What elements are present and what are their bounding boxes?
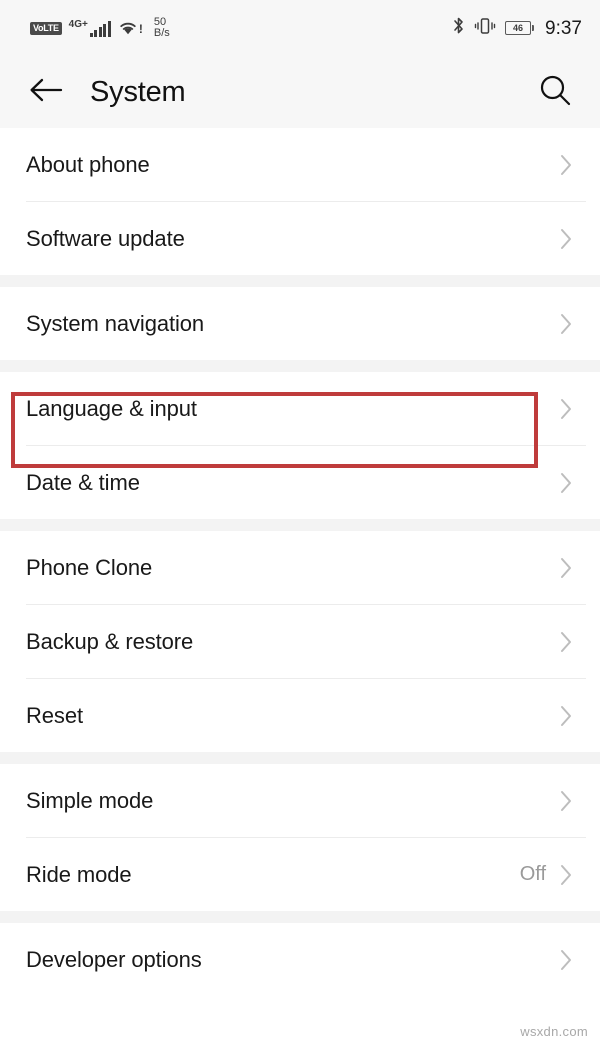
list-item-label: About phone xyxy=(26,151,150,177)
status-bar-left: VoLTE 4G+ ! 50 B/s xyxy=(30,17,170,39)
settings-group: About phone Software update xyxy=(0,128,600,275)
list-item-language-and-input[interactable]: Language & input xyxy=(0,372,600,445)
list-item-label: Reset xyxy=(26,702,83,728)
chevron-right-icon xyxy=(556,153,576,177)
settings-group: Phone Clone Backup & restore Reset xyxy=(0,531,600,752)
list-item-value: Off xyxy=(519,863,546,885)
list-item-developer-options[interactable]: Developer options xyxy=(0,923,600,996)
settings-group: Developer options xyxy=(0,923,600,996)
group-separator xyxy=(0,275,600,287)
chevron-right-icon xyxy=(556,397,576,421)
chevron-right-icon xyxy=(556,471,576,495)
list-item-system-navigation[interactable]: System navigation xyxy=(0,287,600,360)
page-title: System xyxy=(90,75,186,108)
wifi-icon: ! xyxy=(118,20,143,36)
list-item-backup-and-restore[interactable]: Backup & restore xyxy=(0,605,600,678)
network-type-label: 4G+ xyxy=(68,18,88,30)
list-item-ride-mode[interactable]: Ride mode Off xyxy=(0,838,600,911)
chevron-right-icon xyxy=(556,704,576,728)
chevron-right-icon xyxy=(556,630,576,654)
back-button[interactable] xyxy=(24,70,68,114)
back-arrow-icon xyxy=(28,76,64,109)
list-item-simple-mode[interactable]: Simple mode xyxy=(0,764,600,837)
group-separator xyxy=(0,360,600,372)
list-item-label: Simple mode xyxy=(26,787,154,813)
signal-bars-icon xyxy=(89,20,111,37)
app-bar: System xyxy=(0,56,600,128)
group-separator xyxy=(0,752,600,764)
status-bar: VoLTE 4G+ ! 50 B/s 46 9:37 xyxy=(0,0,600,56)
list-item-software-update[interactable]: Software update xyxy=(0,202,600,275)
search-button[interactable] xyxy=(532,69,578,115)
network-speed-indicator: 50 B/s xyxy=(154,17,170,39)
list-item-label: Ride mode xyxy=(26,861,132,887)
settings-list: About phone Software update System navig… xyxy=(0,128,600,996)
list-item-label: Software update xyxy=(26,225,185,251)
list-item-label: Language & input xyxy=(26,395,197,421)
vibrate-icon xyxy=(474,17,496,40)
network-speed-unit: B/s xyxy=(153,27,170,39)
chevron-right-icon xyxy=(556,556,576,580)
list-item-phone-clone[interactable]: Phone Clone xyxy=(0,531,600,604)
list-item-label: Developer options xyxy=(26,946,202,972)
watermark-label: wsxdn.com xyxy=(520,1024,588,1039)
list-item-label: Date & time xyxy=(26,469,140,495)
chevron-right-icon xyxy=(556,227,576,251)
settings-group: System navigation xyxy=(0,287,600,360)
list-item-label: Phone Clone xyxy=(26,554,153,580)
list-item-label: System navigation xyxy=(26,310,205,336)
chevron-right-icon xyxy=(556,789,576,813)
chevron-right-icon xyxy=(556,948,576,972)
chevron-right-icon xyxy=(556,312,576,336)
search-icon xyxy=(538,73,572,112)
bluetooth-icon xyxy=(452,16,465,40)
battery-level-label: 46 xyxy=(513,22,524,33)
wifi-warning-icon: ! xyxy=(138,22,143,36)
battery-icon: 46 xyxy=(505,21,535,35)
status-bar-right: 46 9:37 xyxy=(452,16,582,40)
chevron-right-icon xyxy=(556,863,576,887)
list-item-label: Backup & restore xyxy=(26,628,194,654)
volte-icon: VoLTE xyxy=(30,21,62,35)
group-separator xyxy=(0,911,600,923)
list-item-about-phone[interactable]: About phone xyxy=(0,128,600,201)
group-separator xyxy=(0,519,600,531)
list-item-reset[interactable]: Reset xyxy=(0,679,600,752)
status-bar-clock: 9:37 xyxy=(545,17,582,39)
list-item-date-and-time[interactable]: Date & time xyxy=(0,446,600,519)
cellular-signal-icon: 4G+ xyxy=(68,18,111,37)
settings-group: Language & input Date & time xyxy=(0,372,600,519)
settings-group: Simple mode Ride mode Off xyxy=(0,764,600,911)
